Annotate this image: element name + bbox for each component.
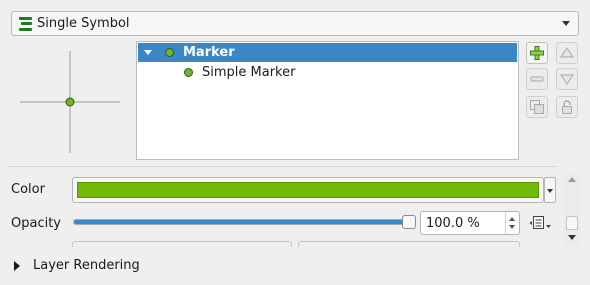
scrollbar[interactable]	[564, 173, 580, 244]
tree-item-simple-marker[interactable]: Simple Marker	[138, 63, 517, 82]
renderer-label: Single Symbol	[37, 16, 130, 31]
scroll-down-icon[interactable]	[568, 235, 576, 240]
symbol-layer-tree[interactable]: Marker Simple Marker	[136, 41, 519, 160]
color-button[interactable]	[72, 177, 544, 203]
renderer-dropdown[interactable]: Single Symbol	[11, 11, 579, 36]
duplicate-symbol-layer-button[interactable]	[526, 96, 548, 118]
partial-widget[interactable]	[72, 241, 292, 247]
color-dropdown-button[interactable]	[544, 177, 556, 203]
partial-widget[interactable]	[298, 241, 520, 247]
move-down-icon	[560, 74, 574, 85]
separator	[9, 166, 557, 167]
opacity-slider-fill	[74, 220, 414, 224]
add-symbol-layer-button[interactable]	[526, 42, 548, 64]
scroll-up-icon[interactable]	[568, 177, 576, 182]
color-swatch	[77, 182, 539, 198]
add-symbol-layer-icon	[530, 46, 544, 60]
tree-item-label: Marker	[183, 45, 235, 60]
spinbox-buttons[interactable]	[505, 212, 519, 234]
data-defined-override-icon	[529, 216, 551, 229]
marker-icon	[165, 48, 174, 57]
chevron-down-icon	[547, 189, 553, 193]
move-down-button[interactable]	[556, 68, 578, 90]
scrollbar-thumb[interactable]	[566, 216, 578, 230]
layer-rendering-label: Layer Rendering	[33, 258, 140, 273]
opacity-label: Opacity	[11, 216, 62, 231]
symbol-preview	[20, 51, 120, 153]
layer-rendering-toggle[interactable]: Layer Rendering	[14, 258, 140, 273]
opacity-value[interactable]: 100.0 %	[426, 216, 480, 231]
tree-item-marker[interactable]: Marker	[138, 43, 517, 62]
move-up-icon	[560, 47, 574, 58]
single-symbol-renderer-icon	[19, 16, 32, 31]
opacity-slider[interactable]	[73, 219, 415, 225]
spin-up-icon[interactable]	[509, 217, 515, 221]
simple-marker-icon	[184, 68, 193, 77]
move-up-button[interactable]	[556, 42, 578, 64]
expand-arrow-icon	[14, 260, 20, 271]
remove-symbol-layer-icon	[530, 76, 544, 82]
remove-symbol-layer-button[interactable]	[526, 68, 548, 90]
expand-arrow-icon[interactable]	[144, 50, 152, 55]
lock-icon	[562, 100, 572, 114]
chevron-down-icon	[562, 21, 570, 26]
opacity-slider-handle[interactable]	[402, 215, 416, 229]
tree-item-label: Simple Marker	[202, 65, 296, 80]
spin-down-icon[interactable]	[509, 225, 515, 229]
data-defined-override-button[interactable]	[529, 212, 553, 234]
lock-color-button[interactable]	[556, 96, 578, 118]
marker-preview-icon	[65, 97, 75, 107]
opacity-spinbox[interactable]: 100.0 %	[420, 211, 520, 235]
color-label: Color	[11, 182, 45, 197]
duplicate-symbol-layer-icon	[530, 100, 544, 114]
